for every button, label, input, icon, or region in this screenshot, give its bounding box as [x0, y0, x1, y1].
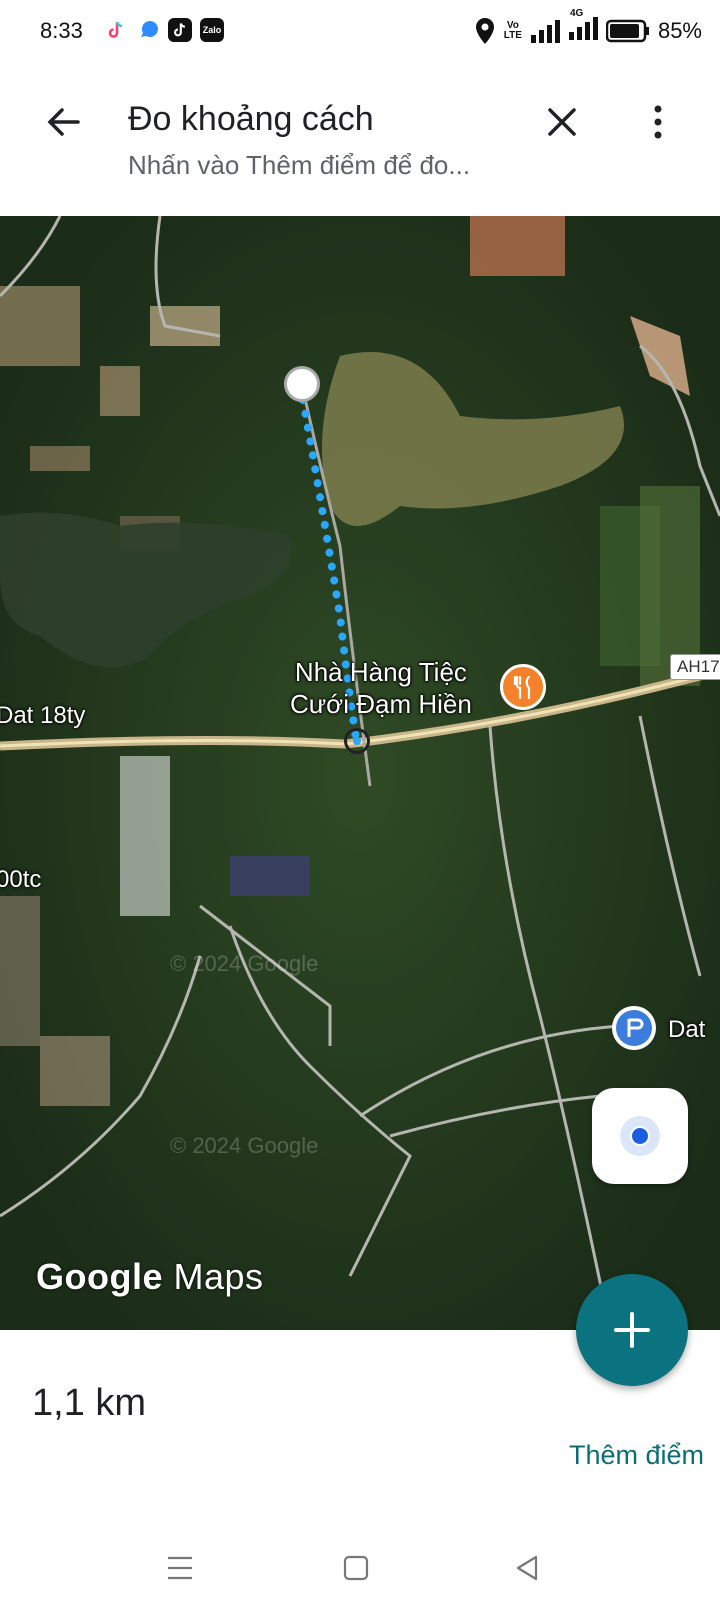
battery-icon: [605, 19, 649, 42]
page-subtitle: Nhấn vào Thêm điểm để đo...: [128, 150, 471, 180]
map-watermark-1: © 2024 Google: [170, 951, 319, 976]
network-type: 4G: [569, 8, 584, 19]
add-point-button[interactable]: Thêm điểm: [569, 1440, 704, 1471]
back-nav-icon[interactable]: [508, 1548, 548, 1588]
volte-icon: Vo LTE: [503, 19, 522, 41]
my-location-button[interactable]: [592, 1088, 688, 1184]
status-bar: 8:33 Zalo Vo LTE 4G 85%: [0, 0, 720, 66]
flag-place-icon[interactable]: [612, 1006, 656, 1050]
status-time: 8:33: [40, 18, 83, 43]
map-watermark-2: © 2024 Google: [170, 1133, 319, 1158]
distance-value: 1,1 km: [32, 1382, 147, 1424]
close-icon[interactable]: [540, 100, 584, 144]
poi-name-line1: Nhà Hàng Tiệc: [294, 657, 467, 687]
signal-icon-1: [530, 19, 560, 43]
brand-google: Google: [36, 1256, 163, 1297]
system-nav-bar: [0, 1530, 720, 1612]
map-label-right: Dat: [668, 1016, 706, 1043]
road-shield: AH17: [670, 654, 720, 680]
measure-crosshair: [344, 728, 370, 754]
page-title: Đo khoảng cách: [128, 100, 374, 138]
tiktok-lite-icon: [104, 18, 128, 42]
tiktok-icon: [168, 18, 192, 42]
poi-label[interactable]: Nhà Hàng Tiệc Cưới Đạm Hiền: [290, 656, 472, 720]
brand-maps: Maps: [173, 1256, 264, 1297]
battery-percent: 85%: [657, 17, 702, 43]
restaurant-icon[interactable]: [500, 664, 546, 710]
zalo-icon: Zalo: [200, 18, 224, 42]
back-arrow-icon[interactable]: [42, 100, 86, 144]
measure-start-point[interactable]: [284, 366, 320, 402]
signal-4g: 4G: [568, 8, 598, 45]
map-label-left: Dat 18ty: [0, 702, 86, 729]
status-indicators: Vo LTE 4G 85%: [474, 8, 702, 45]
home-nav-icon[interactable]: [336, 1548, 376, 1588]
location-icon: [475, 17, 494, 44]
status-app-icons: Zalo: [104, 18, 224, 42]
map-label-left2: 00tc: [0, 866, 42, 893]
add-point-fab[interactable]: [576, 1274, 688, 1386]
satellite-map[interactable]: Nhà Hàng Tiệc Cưới Đạm Hiền AH17 Dat 18t…: [0, 216, 720, 1330]
plus-icon: [614, 1312, 650, 1348]
app-header: Đo khoảng cách Nhấn vào Thêm điểm để đo.…: [0, 66, 720, 216]
more-options-icon[interactable]: [636, 100, 680, 144]
messenger-icon: [136, 18, 160, 42]
signal-icon-2: [568, 17, 598, 40]
poi-name-line2: Cưới Đạm Hiền: [290, 689, 472, 719]
menu-nav-icon[interactable]: [160, 1548, 200, 1588]
google-maps-logo: Google Maps: [36, 1256, 264, 1298]
